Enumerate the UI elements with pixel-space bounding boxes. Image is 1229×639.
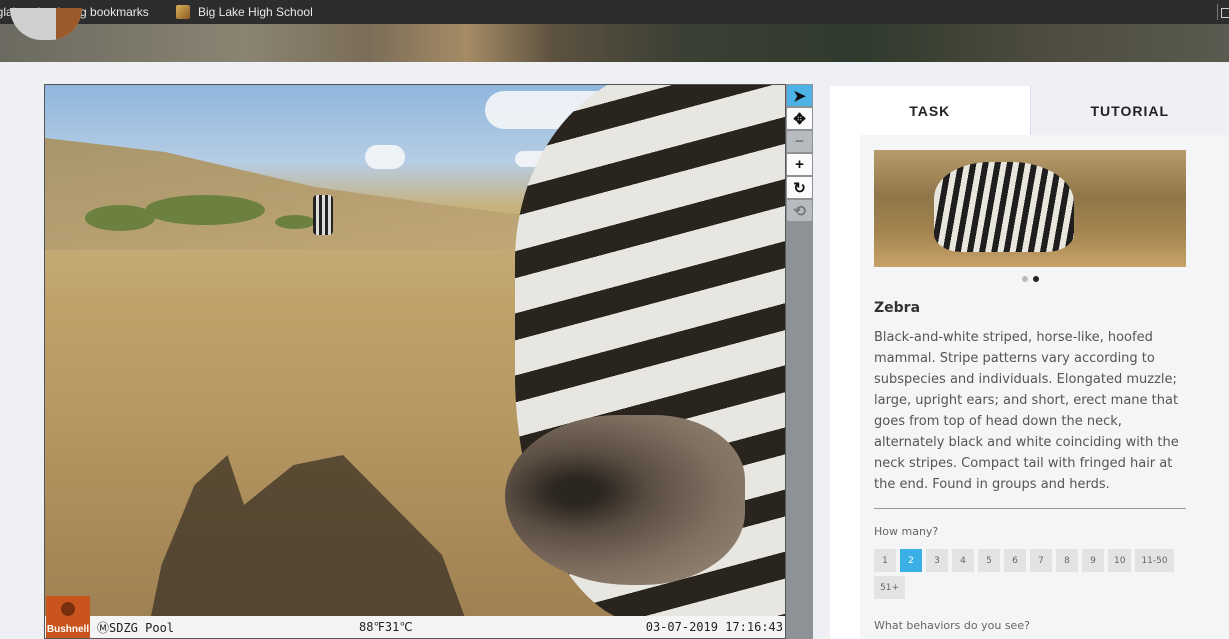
- bookmark-label: Big Lake High School: [198, 5, 313, 19]
- count-option[interactable]: 51+: [874, 576, 905, 599]
- species-description: Black-and-white striped, horse-like, hoo…: [874, 330, 1179, 492]
- species-example-photo[interactable]: [874, 150, 1186, 267]
- count-option[interactable]: 5: [978, 549, 1000, 572]
- divider: [874, 508, 1186, 509]
- count-option[interactable]: 7: [1030, 549, 1052, 572]
- project-avatar[interactable]: [10, 8, 82, 40]
- classifier-panel: TASK TUTORIAL Zebra Black-and-white stri…: [830, 86, 1229, 639]
- count-option[interactable]: 9: [1082, 549, 1104, 572]
- reset-icon: ⟲: [793, 202, 806, 220]
- species-detail: Zebra Black-and-white striped, horse-lik…: [860, 135, 1229, 639]
- camera-temperature: 88℉31℃: [359, 620, 413, 634]
- count-option[interactable]: 10: [1108, 549, 1132, 572]
- camera-info-bar: ⓂSDZG Pool 88℉31℃ 03-07-2019 17:16:43: [45, 616, 785, 638]
- count-options: 1 2 3 4 5 6 7 8 9 10 11-50 51+: [874, 549, 1186, 599]
- camera-name: ⓂSDZG Pool: [97, 620, 175, 635]
- hero-banner: [0, 8, 1229, 62]
- zebra-shadow: [145, 455, 475, 638]
- move-icon: ✥: [793, 110, 806, 128]
- tab-tutorial[interactable]: TUTORIAL: [1029, 86, 1229, 135]
- example-zebra: [934, 162, 1074, 252]
- zoom-out-icon: −: [795, 133, 804, 150]
- photo-carousel-dots: [874, 276, 1186, 282]
- distant-zebra: [313, 195, 333, 235]
- count-option[interactable]: 1: [874, 549, 896, 572]
- move-tool-button[interactable]: ✥: [787, 108, 812, 129]
- bush: [275, 215, 315, 229]
- reading-list-icon[interactable]: [1215, 4, 1229, 20]
- count-option[interactable]: 4: [952, 549, 974, 572]
- pointer-tool-button[interactable]: ➤: [787, 85, 812, 106]
- count-option[interactable]: 3: [926, 549, 948, 572]
- zebra-muzzle: [505, 415, 745, 585]
- bookmarks-bar: iglakeschools.org bookmarks Big Lake Hig…: [0, 0, 1229, 24]
- tab-task[interactable]: TASK: [830, 86, 1030, 135]
- carousel-dot-active[interactable]: [1032, 276, 1039, 282]
- camera-brand-logo: Bushnell: [46, 596, 90, 638]
- behaviors-label: What behaviors do you see?: [874, 619, 1030, 632]
- count-option[interactable]: 11-50: [1135, 549, 1174, 572]
- pointer-icon: ➤: [793, 87, 806, 105]
- rotate-button[interactable]: ↻: [787, 177, 812, 198]
- subject-image-viewer[interactable]: ⓂSDZG Pool 88℉31℃ 03-07-2019 17:16:43 Bu…: [44, 84, 786, 639]
- image-toolbar: ➤ ✥ − + ↻ ⟲: [786, 84, 813, 639]
- how-many-label: How many?: [874, 525, 939, 538]
- camera-brand-label: Bushnell: [46, 624, 90, 635]
- count-option[interactable]: 8: [1056, 549, 1078, 572]
- reset-button[interactable]: ⟲: [787, 200, 812, 221]
- count-option[interactable]: 6: [1004, 549, 1026, 572]
- zoom-out-button[interactable]: −: [787, 131, 812, 152]
- count-option-selected[interactable]: 2: [900, 549, 922, 572]
- species-name: Zebra: [874, 300, 921, 316]
- bush: [145, 195, 265, 225]
- cloud: [365, 145, 405, 169]
- zoom-in-icon: +: [795, 156, 804, 173]
- panel-tabs: TASK TUTORIAL: [830, 86, 1229, 135]
- carousel-dot[interactable]: [1021, 276, 1028, 282]
- bookmark-big-lake[interactable]: Big Lake High School: [176, 0, 313, 24]
- zoom-in-button[interactable]: +: [787, 154, 812, 175]
- bookmark-favicon-icon: [176, 5, 190, 19]
- rotate-icon: ↻: [793, 179, 806, 197]
- camera-timestamp: 03-07-2019 17:16:43: [645, 620, 783, 634]
